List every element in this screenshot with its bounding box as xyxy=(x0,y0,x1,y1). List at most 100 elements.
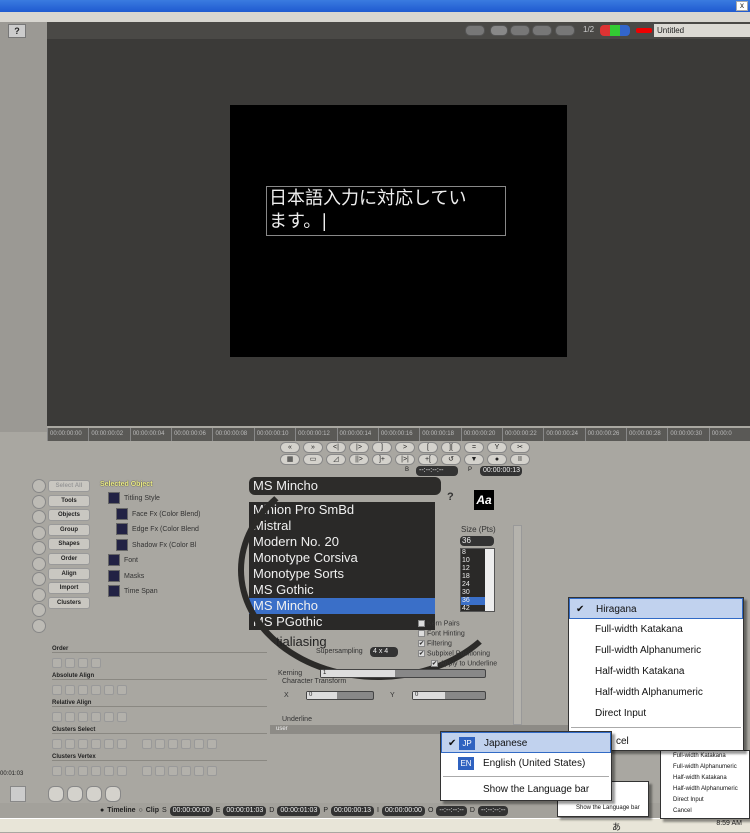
tool-button[interactable] xyxy=(91,712,101,722)
size-input[interactable]: 36 xyxy=(460,536,494,546)
split-view-button[interactable] xyxy=(510,25,530,36)
ime-menu-item[interactable]: Direct Input xyxy=(569,703,743,724)
d2-timecode[interactable]: --:--:--:-- xyxy=(477,805,509,816)
font-list-item[interactable]: Monotype Corsiva xyxy=(249,550,435,566)
transport-button[interactable]: ▼ xyxy=(464,454,484,465)
ime-menu-item[interactable]: ✔ Hiragana xyxy=(569,598,743,619)
grid-button[interactable] xyxy=(532,25,552,36)
category-shapes-button[interactable]: Shapes xyxy=(48,538,90,551)
red-channel-button[interactable] xyxy=(600,25,610,36)
tool-button[interactable] xyxy=(194,766,204,776)
small-menu-item[interactable]: Cancel xyxy=(661,806,749,817)
ime-menu-item[interactable]: Full-width Alphanumeric xyxy=(569,640,743,661)
tool-button[interactable] xyxy=(78,712,88,722)
tool-button[interactable] xyxy=(117,739,127,749)
pen-icon[interactable] xyxy=(32,494,46,509)
supersampling-select[interactable]: 4 x 4 xyxy=(370,647,398,657)
property-item[interactable]: Time Span xyxy=(108,585,158,597)
size-list-item[interactable]: 10 xyxy=(461,557,487,565)
kerning-slider[interactable]: 1 xyxy=(320,669,486,678)
tool-button[interactable] xyxy=(207,739,217,749)
property-item[interactable]: Edge Fx (Color Blend xyxy=(116,523,199,535)
font-list[interactable]: Minion Pro SmBd Mistral Modern No. 20 Monot… xyxy=(249,502,435,630)
position-timecode[interactable]: 00:00:00:13 xyxy=(331,805,374,816)
transport-button[interactable]: ▭ xyxy=(303,454,323,465)
transport-button[interactable]: |>| xyxy=(395,454,415,465)
palette-icon[interactable] xyxy=(86,786,102,802)
size-list-item[interactable]: 8 xyxy=(461,549,487,557)
start-timecode[interactable]: 00:00:00:00 xyxy=(169,805,213,816)
language-menu-item[interactable]: EN English (United States) xyxy=(441,753,611,774)
tool-button[interactable] xyxy=(65,766,75,776)
category-select-all-button[interactable]: Select All xyxy=(48,480,90,492)
knife-icon[interactable] xyxy=(32,572,46,586)
ime-menu-item[interactable]: Half-width Katakana xyxy=(569,661,743,682)
category-order-button[interactable]: Order xyxy=(48,553,90,565)
small-menu-item[interactable]: Full-width Alphanumeric xyxy=(661,762,749,773)
tool-button[interactable] xyxy=(52,685,62,695)
category-tools-button[interactable]: Tools xyxy=(48,494,90,507)
help-button[interactable]: ? xyxy=(8,24,26,38)
select-arrow-icon[interactable] xyxy=(32,479,46,493)
tool-button[interactable] xyxy=(168,739,178,749)
kern-pairs-checkbox[interactable] xyxy=(418,620,427,627)
tool-button[interactable] xyxy=(91,739,101,749)
transport-button[interactable]: [ xyxy=(418,442,438,453)
brush-icon[interactable] xyxy=(10,786,26,802)
tool-button[interactable] xyxy=(52,766,62,776)
b-timecode[interactable]: --:--:--:-- xyxy=(416,466,458,476)
out-timecode[interactable]: --:--:--:-- xyxy=(436,805,467,816)
category-align-button[interactable]: Align xyxy=(48,567,90,580)
transport-button[interactable]: ● xyxy=(487,454,507,465)
tool-button[interactable] xyxy=(117,766,127,776)
tool-button[interactable] xyxy=(52,739,62,749)
language-menu-item[interactable]: ✔ JP Japanese xyxy=(441,732,611,753)
palette-icon[interactable] xyxy=(105,786,121,802)
help-icon[interactable]: ? xyxy=(447,491,454,503)
small-menu-item[interactable]: Half-width Alphanumeric xyxy=(661,784,749,795)
transport-button[interactable]: ◿ xyxy=(326,454,346,465)
tool-button[interactable] xyxy=(104,685,114,695)
p-timecode[interactable]: 00:00:00:13 xyxy=(480,466,522,476)
size-list-item[interactable]: 42 xyxy=(461,605,487,613)
font-style-icon[interactable]: Aa xyxy=(474,490,494,510)
duration-timecode[interactable]: 00:00:01:03 xyxy=(277,805,321,816)
size-list-item[interactable]: 18 xyxy=(461,573,487,581)
tool-button[interactable] xyxy=(65,685,75,695)
half-res-button[interactable]: 1/2 xyxy=(583,25,594,34)
font-dropdown[interactable]: MS Mincho xyxy=(249,477,441,495)
property-item[interactable]: Masks xyxy=(108,569,144,582)
size-list-item[interactable]: 12 xyxy=(461,565,487,573)
tool-button[interactable] xyxy=(78,658,88,668)
subpixel-checkbox[interactable]: ✔ xyxy=(418,650,427,657)
palette-icon[interactable] xyxy=(48,786,64,802)
title-text-box[interactable]: 日本語入力に対応してい ます。| xyxy=(266,186,506,236)
transport-button[interactable]: Y xyxy=(487,442,507,453)
tool-button[interactable] xyxy=(142,766,152,776)
clip-radio[interactable]: ○ xyxy=(139,807,143,814)
transport-button[interactable]: II xyxy=(510,454,530,465)
y-transform-slider[interactable]: 0 xyxy=(412,691,486,700)
property-item[interactable]: Face Fx (Color Blend) xyxy=(116,507,200,520)
spiral-icon[interactable] xyxy=(32,618,46,633)
ime-mode-icon[interactable]: あ xyxy=(612,820,621,833)
size-scrollbar[interactable] xyxy=(485,549,494,611)
small-menu-item[interactable]: Direct Input xyxy=(661,795,749,806)
path-icon[interactable] xyxy=(32,556,46,571)
transport-button[interactable]: <| xyxy=(326,442,346,453)
tool-button[interactable] xyxy=(52,712,62,722)
filtering-checkbox[interactable]: ✔ xyxy=(418,640,427,647)
property-item[interactable]: Titling Style xyxy=(108,492,160,504)
tool-button[interactable] xyxy=(78,739,88,749)
size-list-item[interactable]: 24 xyxy=(461,581,487,589)
timeline-ruler[interactable]: 00:00:00:00 00:00:00:02 00:00:00:04 00:00:0… xyxy=(47,428,750,441)
tool-button[interactable] xyxy=(104,766,114,776)
tool-button[interactable] xyxy=(91,658,101,668)
tool-button[interactable] xyxy=(104,739,114,749)
ime-menu-item[interactable]: Half-width Alphanumeric xyxy=(569,682,743,703)
text-cursor-icon[interactable] xyxy=(32,603,46,617)
tool-button[interactable] xyxy=(117,685,127,695)
timeline-radio[interactable]: ● xyxy=(100,807,104,814)
category-clusters-button[interactable]: Clusters xyxy=(48,596,90,609)
green-channel-button[interactable] xyxy=(610,25,620,36)
